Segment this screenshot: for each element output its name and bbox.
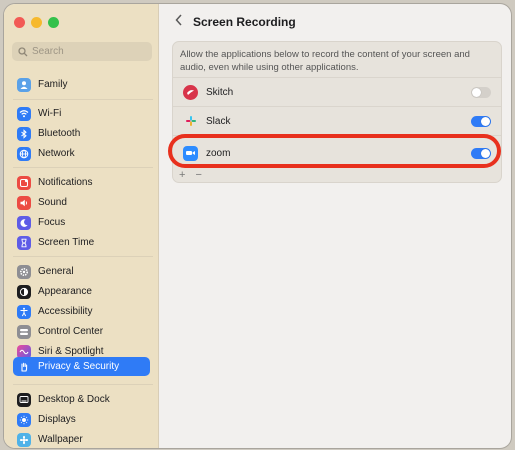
bluetooth-icon [17,126,31,141]
sidebar-item-focus[interactable]: Focus [13,213,150,232]
sidebar-item-label: Screen Time [38,237,95,248]
sidebar-item-label: Accessibility [38,306,93,317]
back-chevron-icon[interactable] [174,13,183,31]
sidebar-item-displays[interactable]: Displays [13,410,150,429]
sidebar-item-screen-time[interactable]: Screen Time [13,233,150,252]
sidebar-item-label: Bluetooth [38,128,81,139]
sidebar-item-label: General [38,266,74,277]
sidebar-item-sound[interactable]: Sound [13,193,150,212]
app-name: Skitch [206,86,234,98]
panel-description: Allow the applications below to record t… [180,49,470,73]
appearance-icon [17,284,31,299]
remove-app-button[interactable]: − [195,169,201,181]
sidebar-item-network[interactable]: Network [13,144,150,163]
sidebar-item-label: Notifications [38,177,93,188]
wallpaper-icon [17,432,31,447]
search-icon [18,46,28,56]
sidebar: Search Family Wi-Fi Bluetooth Network No… [4,4,159,448]
sidebar-item-label: Family [38,79,68,90]
sidebar-item-wallpaper[interactable]: Wallpaper [13,430,150,448]
sidebar-divider [13,167,153,168]
sidebar-item-appearance[interactable]: Appearance [13,282,150,301]
skitch-toggle[interactable] [471,86,491,98]
sidebar-divider [13,256,153,257]
minimize-window-button[interactable] [31,17,42,28]
app-row-slack: Slack [173,107,501,135]
close-window-button[interactable] [14,17,25,28]
sidebar-item-label: Focus [38,217,66,228]
screen-time-icon [17,235,31,250]
family-icon [17,77,31,92]
sidebar-item-bluetooth[interactable]: Bluetooth [13,124,150,143]
sidebar-item-label: Sound [38,197,67,208]
sound-icon [17,195,31,210]
privacy-hand-icon [17,359,31,374]
sidebar-item-general[interactable]: General [13,262,150,281]
control-center-icon [17,324,31,339]
sidebar-item-label: Wallpaper [38,434,83,445]
settings-window: Search Family Wi-Fi Bluetooth Network No… [4,4,511,448]
toggle-knob [472,87,481,97]
sidebar-item-wifi[interactable]: Wi-Fi [13,104,150,123]
sidebar-item-label: Wi-Fi [38,108,62,119]
toggle-knob [481,116,490,126]
accessibility-icon [17,304,31,319]
main-pane: Screen Recording Allow the applications … [159,4,511,448]
zoom-window-button[interactable] [48,17,59,28]
add-remove-controls: + − [179,169,212,181]
sidebar-item-notifications[interactable]: Notifications [13,173,150,192]
sidebar-divider [13,99,153,100]
sidebar-item-label: Network [38,148,75,159]
focus-icon [17,215,31,230]
sidebar-item-accessibility[interactable]: Accessibility [13,302,150,321]
sidebar-item-label: Appearance [38,286,92,297]
sidebar-item-label: Desktop & Dock [38,394,110,405]
app-name: Slack [206,115,231,127]
general-icon [17,264,31,279]
zoom-highlight-annotation [168,134,501,168]
sidebar-item-label: Siri & Spotlight [38,346,104,357]
network-icon [17,146,31,161]
sidebar-item-label: Privacy & Security [38,361,120,372]
displays-icon [17,412,31,427]
page-title: Screen Recording [193,15,296,29]
skitch-icon [183,84,198,100]
sidebar-item-family[interactable]: Family [13,75,150,94]
sidebar-item-desktop-dock[interactable]: Desktop & Dock [13,390,150,409]
add-app-button[interactable]: + [179,169,185,181]
slack-toggle[interactable] [471,115,491,127]
window-controls [14,17,65,28]
slack-icon [183,114,198,129]
search-field[interactable]: Search [12,42,152,61]
sidebar-item-label: Control Center [38,326,104,337]
app-row-skitch: Skitch [173,78,501,106]
search-placeholder: Search [32,46,64,57]
wifi-icon [17,106,31,121]
sidebar-item-label: Displays [38,414,76,425]
sidebar-divider [13,384,153,385]
sidebar-item-privacy-security[interactable]: Privacy & Security [13,357,150,376]
notifications-icon [17,175,31,190]
sidebar-item-control-center[interactable]: Control Center [13,322,150,341]
desktop-dock-icon [17,392,31,407]
